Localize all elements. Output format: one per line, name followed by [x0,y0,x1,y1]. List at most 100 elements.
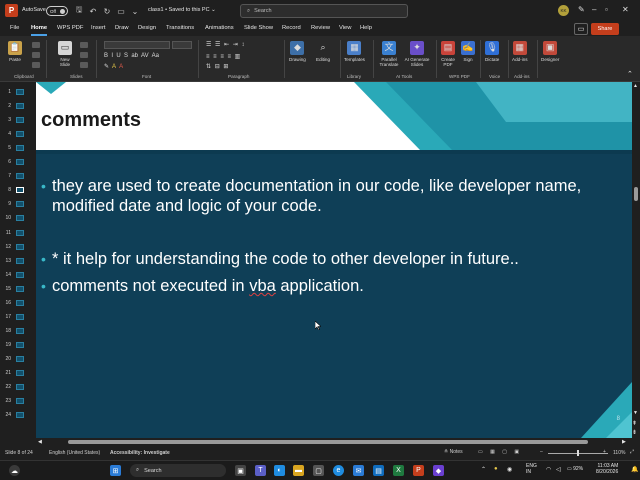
excel-icon[interactable]: X [393,465,404,476]
tab-help[interactable]: Help [360,25,372,31]
slide-thumbnail[interactable]: 18 [0,325,34,339]
slide-thumbnail[interactable]: 10 [0,212,34,226]
parallel-translate-button[interactable]: 文 Parallel Translate [377,41,401,67]
slide-thumbnail[interactable]: 1 [0,86,34,100]
tab-draw[interactable]: Draw [115,25,129,31]
slide-thumbnail[interactable]: 4 [0,128,34,142]
copilot-icon[interactable]: ◐ [274,465,285,476]
editing-button[interactable]: ⌕ Editing [316,41,330,62]
tab-view[interactable]: View [339,25,351,31]
horizontal-scrollbar[interactable]: ◀ ▶ [36,438,632,446]
slide-thumbnail[interactable]: 12 [0,241,34,255]
pen-icon[interactable]: ✎ [578,5,585,14]
list-buttons[interactable]: ☰ ☰ ⇤ ⇥ ↕ [206,41,245,48]
drawing-button[interactable]: ◆ Drawing [289,41,306,62]
language-status[interactable]: English (United States) [49,450,100,456]
layout-icon[interactable] [80,42,88,48]
copy-icon[interactable] [32,52,40,58]
horizontal-scroll-thumb[interactable] [68,440,588,444]
slide-thumbnail[interactable]: 19 [0,339,34,353]
section-icon[interactable] [80,62,88,68]
slide-canvas[interactable]: comments • they are used to create docum… [36,82,632,438]
tab-design[interactable]: Design [138,25,156,31]
slide-thumbnail[interactable]: 24 [0,409,34,423]
zoom-slider-thumb[interactable] [577,450,579,456]
tray-app-icon[interactable]: ● [494,466,498,472]
add-ins-button[interactable]: ▦ Add-ins [512,41,528,62]
redo-icon[interactable]: ↻ [100,4,114,18]
customize-qat-icon[interactable]: ⌄ [128,4,142,18]
slide-thumbnail[interactable]: 7 [0,170,34,184]
mail-icon[interactable]: ✉ [353,465,364,476]
close-icon[interactable]: ✕ [622,5,629,14]
slide-thumbnail[interactable]: 9 [0,198,34,212]
tab-animations[interactable]: Animations [205,25,234,31]
tab-slide-show[interactable]: Slide Show [244,25,273,31]
wifi-icon[interactable]: ◠ [546,466,551,473]
tab-record[interactable]: Record [282,25,301,31]
task-view-icon[interactable]: ▣ [235,465,246,476]
font-color-buttons[interactable]: ✎ A A [104,63,123,70]
edge-icon[interactable]: e [333,465,344,476]
view-buttons[interactable]: ▭ ▦ ▢ ▣ [478,449,522,455]
slide-thumbnail[interactable]: 15 [0,283,34,297]
sign-button[interactable]: ✍ Sign [461,41,475,62]
bullet-item[interactable]: • they are used to create documentation … [41,176,621,216]
ai-generate-slides-button[interactable]: ✦ AI Generate Slides [402,41,432,67]
new-slide-button[interactable]: ▭ New Slide [56,41,74,67]
slide-title[interactable]: comments [41,109,141,132]
vertical-scrollbar[interactable]: ▲ ▼ ⇞ ⇟ [632,82,640,438]
battery-indicator[interactable]: ▭ 92% [567,466,583,472]
clock[interactable]: 11:03 AM 8/20/2026 [596,463,618,475]
designer-button[interactable]: ▣ Designer [541,41,559,62]
tab-home[interactable]: Home [31,25,48,36]
align-buttons[interactable]: ≡ ≡ ≡ ≡ ▥ [206,53,241,60]
paste-button[interactable]: 📋 Paste [8,41,22,62]
save-icon[interactable]: 🖫 [72,4,86,18]
undo-icon[interactable]: ↶ [86,4,100,18]
search-box[interactable]: ⌕ Search [240,4,408,18]
scroll-left-icon[interactable]: ◀ [38,439,42,445]
notifications-icon[interactable]: 🔔 [631,466,638,473]
slide-thumbnail[interactable]: 23 [0,395,34,409]
scroll-down-icon[interactable]: ▼ [633,410,638,416]
slide-thumbnail[interactable]: 6 [0,156,34,170]
tab-insert[interactable]: Insert [91,25,106,31]
font-name-select[interactable] [104,41,170,49]
taskbar-search[interactable]: ⌕ Search [130,464,226,477]
fit-slide-icon[interactable]: ⤢ [630,449,634,455]
bullet-item[interactable]: • * it help for understanding the code t… [41,249,621,269]
previous-slide-icon[interactable]: ⇞ [632,420,637,427]
slide-thumbnail[interactable]: 14 [0,269,34,283]
slide-thumbnail[interactable]: 2 [0,100,34,114]
slide-thumbnail[interactable]: 22 [0,381,34,395]
zoom-level[interactable]: 110% [613,450,625,456]
slide-thumbnail[interactable]: 21 [0,367,34,381]
slide-thumbnail[interactable]: 8 [0,184,34,198]
bullet-item[interactable]: • comments not executed in vba applicati… [41,276,621,296]
templates-button[interactable]: ▦ Templates [344,41,365,62]
notes-button[interactable]: ≙ Notes [444,449,463,455]
powerpoint-taskbar-icon[interactable]: P [413,465,424,476]
slide-thumbnail[interactable]: 11 [0,227,34,241]
create-pdf-button[interactable]: ▤ Create PDF [440,41,456,67]
tray-app-icon[interactable]: ◉ [507,466,512,473]
slide-thumbnail[interactable]: 5 [0,142,34,156]
tab-review[interactable]: Review [311,25,330,31]
text-direction-buttons[interactable]: ⇅ ⊟ ⊞ [206,63,229,70]
tab-wps-pdf[interactable]: WPS PDF [57,25,83,31]
font-format-buttons[interactable]: B I U S ab AV Aa [104,53,159,59]
avatar[interactable]: KK [558,5,569,16]
next-slide-icon[interactable]: ⇟ [632,429,637,436]
windows-start-icon[interactable]: ⊞ [110,465,121,476]
vertical-scroll-thumb[interactable] [634,187,638,201]
zoom-out-icon[interactable]: – [540,449,543,455]
store-icon[interactable]: ▤ [373,465,384,476]
document-title[interactable]: class1 • Saved to this PC ⌄ [148,7,216,13]
slide-thumbnail[interactable]: 20 [0,353,34,367]
cut-icon[interactable] [32,42,40,48]
file-explorer-icon[interactable]: ▬ [293,465,304,476]
tab-transitions[interactable]: Transitions [166,25,194,31]
minimize-icon[interactable]: – [592,5,596,14]
maximize-icon[interactable]: ▫ [605,5,608,14]
